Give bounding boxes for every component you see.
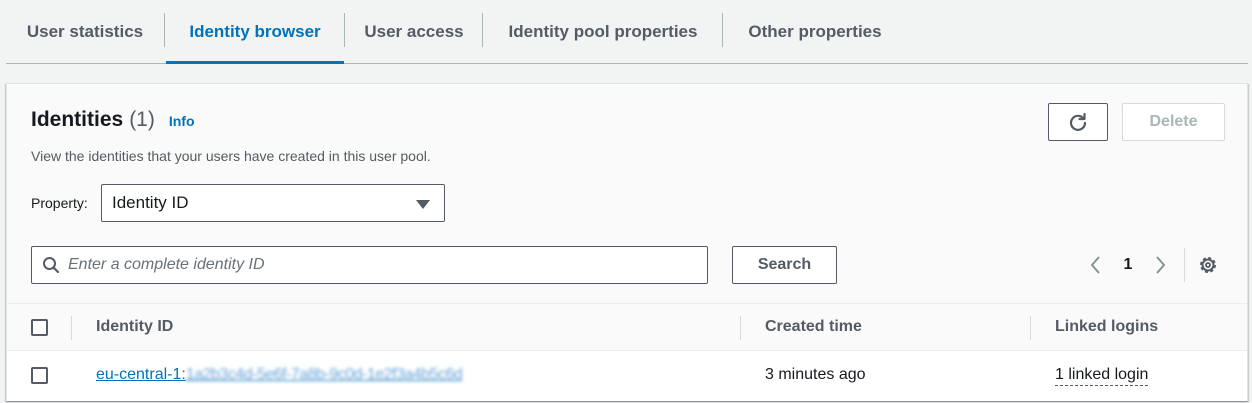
tab-other-properties[interactable]: Other properties (724, 0, 906, 63)
tab-identity-pool-properties[interactable]: Identity pool properties (484, 0, 722, 63)
gear-icon (1198, 255, 1218, 275)
pager-divider (1184, 248, 1185, 282)
tab-user-access[interactable]: User access (346, 0, 482, 63)
table-row: eu-central-1:1a2b3c4d-5e6f-7a8b-9c0d-1e2… (7, 351, 1247, 401)
column-header-identity-id[interactable]: Identity ID (96, 318, 173, 336)
info-link[interactable]: Info (169, 113, 195, 129)
identity-id-link[interactable]: eu-central-1:1a2b3c4d-5e6f-7a8b-9c0d-1e2… (96, 366, 463, 384)
tab-user-statistics[interactable]: User statistics (6, 0, 164, 63)
tab-identity-browser[interactable]: Identity browser (166, 0, 344, 64)
select-all-checkbox[interactable] (31, 319, 48, 336)
refresh-button[interactable] (1048, 103, 1108, 141)
column-header-created-time[interactable]: Created time (765, 318, 862, 336)
tab-divider (482, 13, 483, 47)
table-settings-button[interactable] (1197, 254, 1219, 276)
column-divider (1030, 316, 1031, 340)
identities-panel: Identities (1) Info View the identities … (6, 83, 1248, 401)
chevron-left-icon (1089, 255, 1103, 275)
tab-divider (164, 13, 165, 47)
column-header-linked-logins[interactable]: Linked logins (1055, 318, 1158, 336)
column-divider (740, 316, 741, 340)
property-select-value: Identity ID (112, 193, 189, 212)
panel-header: Identities (1) Info View the identities … (7, 84, 1247, 304)
previous-page-button[interactable] (1085, 254, 1107, 276)
identity-count: (1) (129, 108, 155, 131)
identity-id-redacted: 1a2b3c4d-5e6f-7a8b-9c0d-1e2f3a4b5c6d (185, 366, 463, 383)
column-divider (71, 316, 72, 340)
property-label: Property: (31, 195, 88, 211)
property-select[interactable]: Identity ID (101, 184, 445, 222)
tab-divider (344, 13, 345, 47)
linked-logins-popover[interactable]: 1 linked login (1055, 366, 1149, 386)
refresh-icon (1068, 112, 1088, 132)
panel-title: Identities (31, 108, 124, 131)
next-page-button[interactable] (1149, 254, 1171, 276)
page-title: Identities (1) Info (31, 108, 195, 132)
tab-divider (722, 13, 723, 47)
panel-description: View the identities that your users have… (31, 148, 431, 164)
row-checkbox[interactable] (31, 367, 48, 384)
search-field[interactable] (31, 246, 708, 284)
identity-id-region: eu-central-1: (96, 366, 186, 383)
created-time-value: 3 minutes ago (765, 366, 866, 383)
search-button[interactable]: Search (732, 246, 837, 284)
search-input[interactable] (68, 256, 668, 274)
caret-down-icon (416, 200, 430, 209)
page-number[interactable]: 1 (1117, 254, 1139, 276)
search-icon (42, 256, 60, 274)
delete-button[interactable]: Delete (1122, 103, 1225, 141)
tab-bar: User statistics Identity browser User ac… (6, 0, 1248, 64)
table-header: Identity ID Created time Linked logins (7, 304, 1247, 351)
chevron-right-icon (1153, 255, 1167, 275)
